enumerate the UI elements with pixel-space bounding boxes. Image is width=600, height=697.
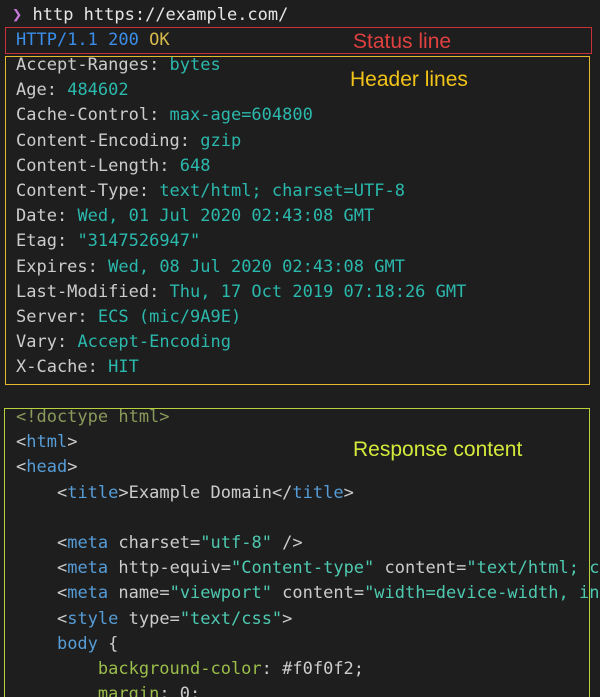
header-lines-annotation: Header lines	[350, 68, 468, 91]
status-line-annotation: Status line	[353, 30, 452, 53]
header-lines-outline	[5, 56, 590, 385]
prompt-chevron-icon: ❯	[12, 5, 23, 25]
command-line: ❯ http https://example.com/	[12, 3, 288, 27]
response-content-annotation: Response content	[353, 438, 523, 461]
status-line-outline	[5, 27, 592, 54]
command-text: http https://example.com/	[32, 5, 289, 25]
terminal-window: ❯ http https://example.com/ HTTP/1.1 200…	[0, 0, 600, 697]
